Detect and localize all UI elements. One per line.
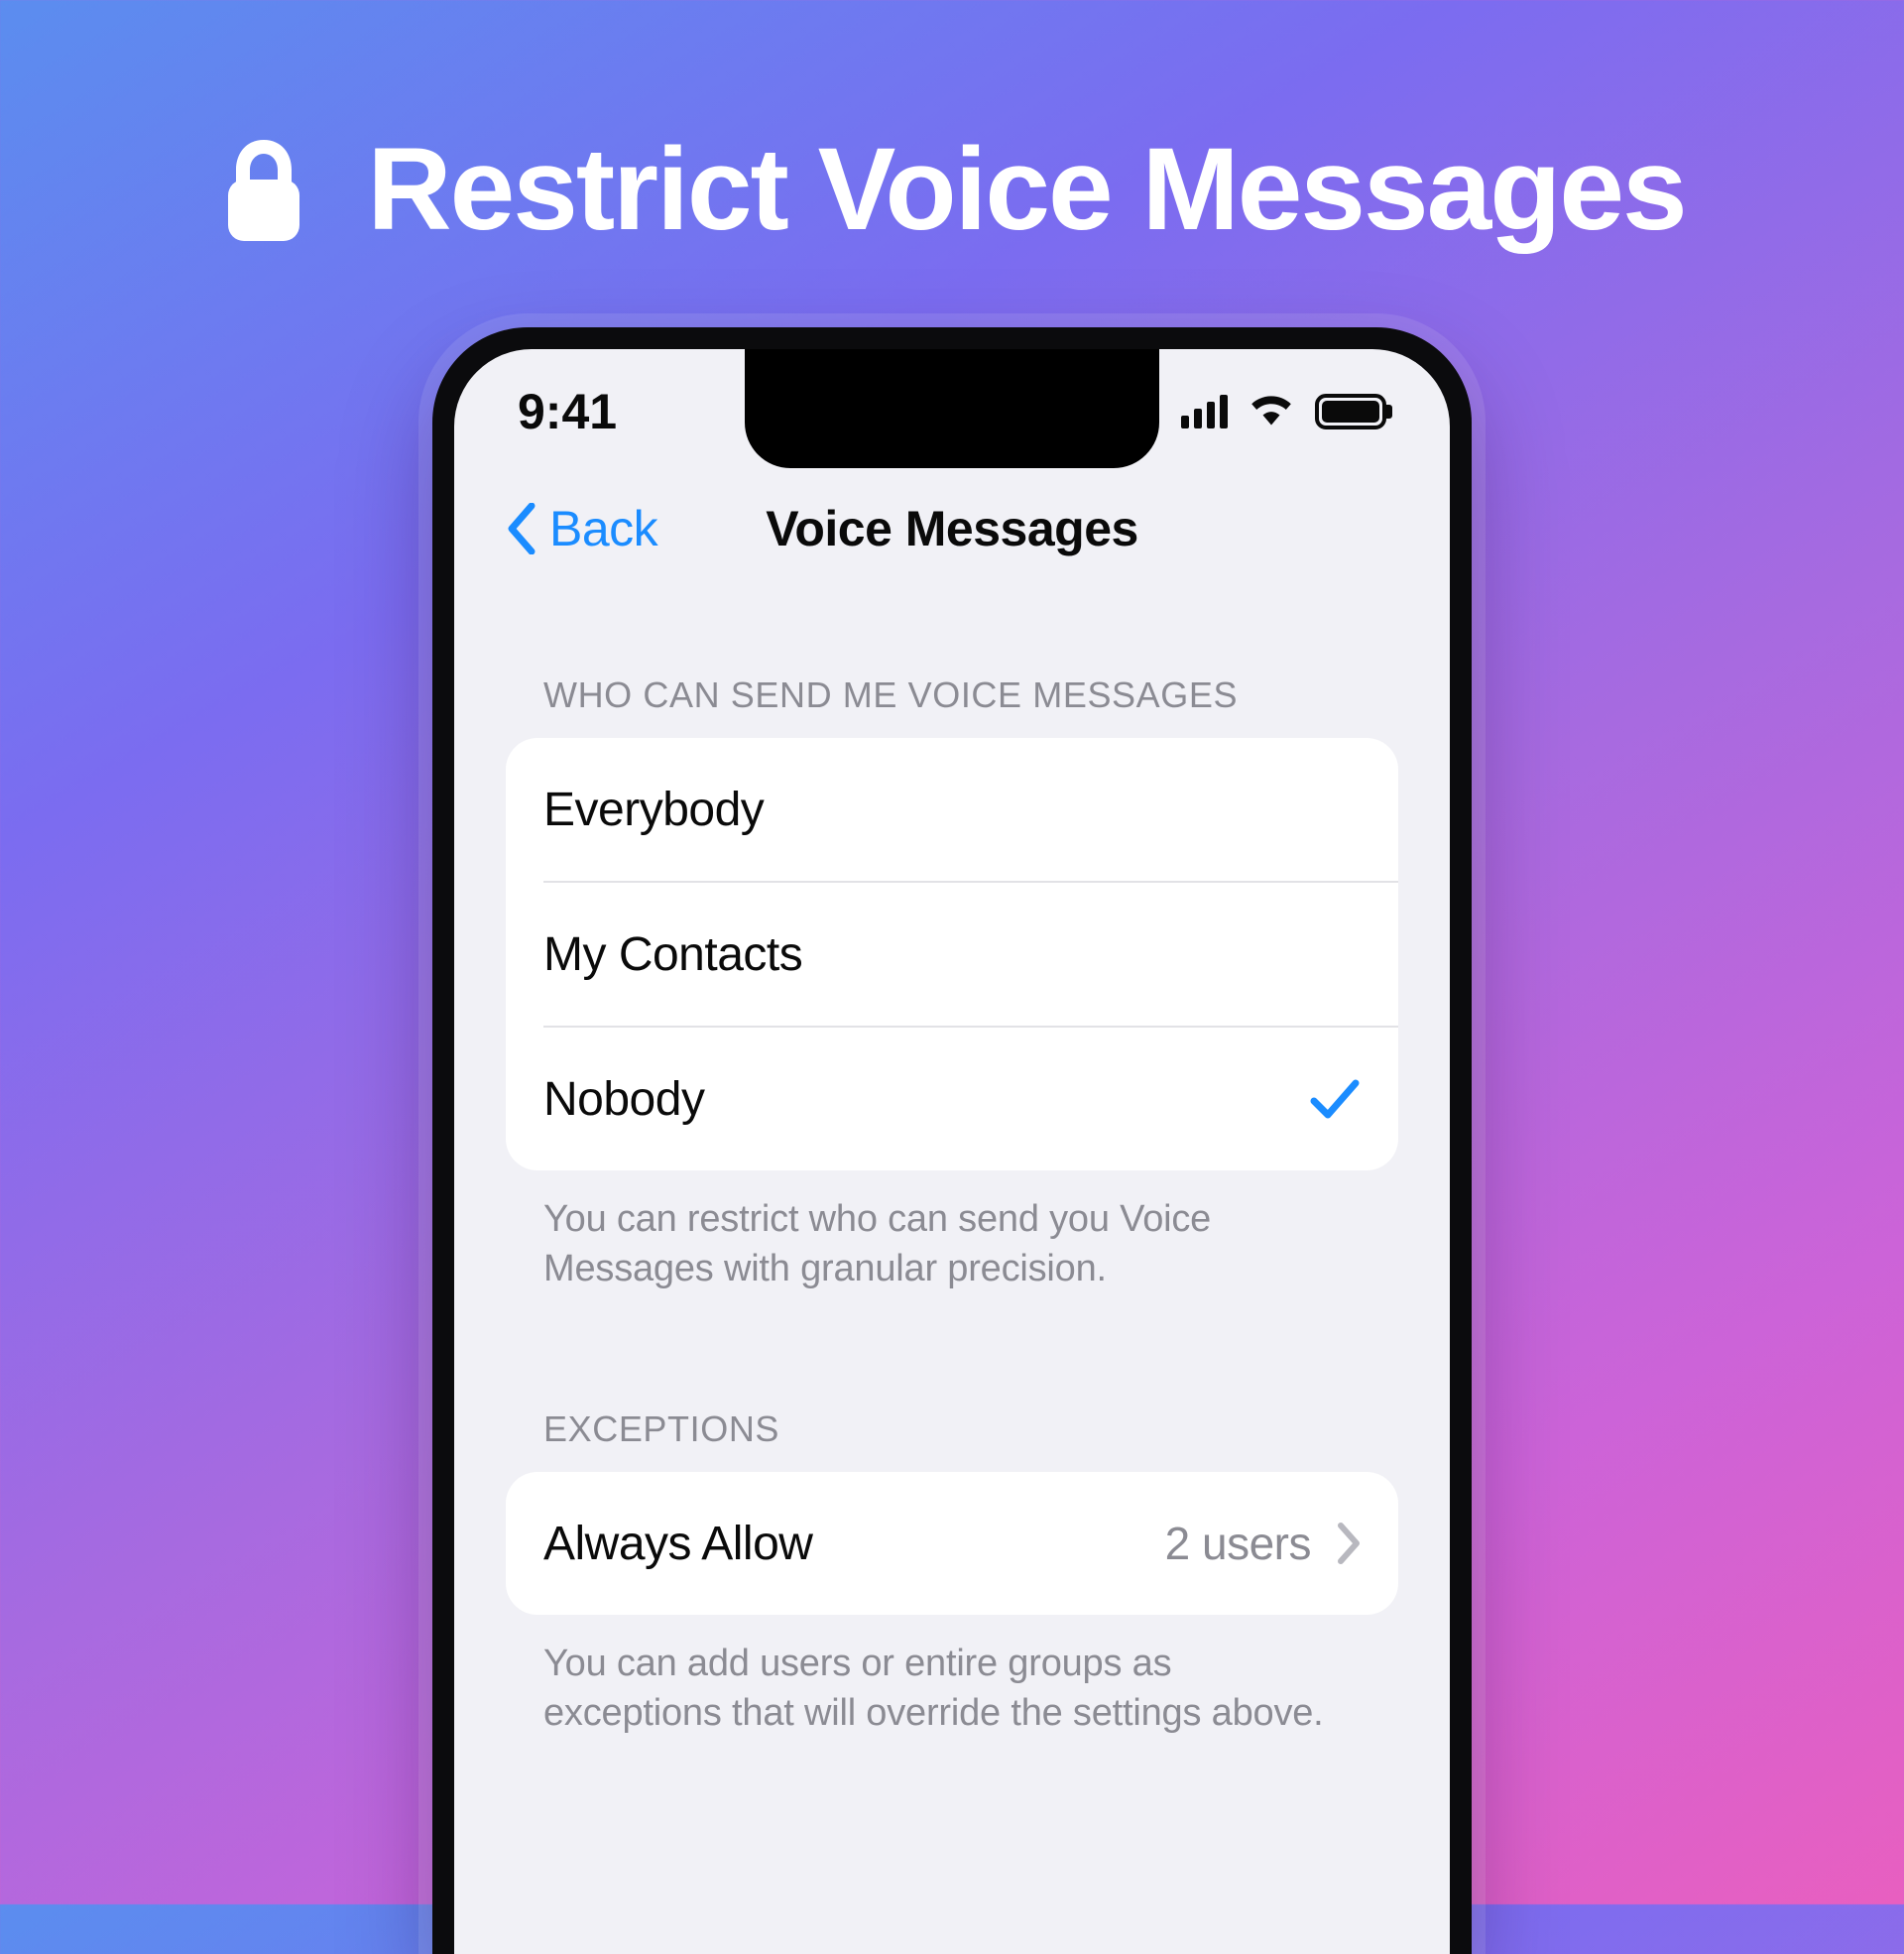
back-button-label: Back: [549, 501, 658, 556]
section-header-who-can-send: WHO CAN SEND ME VOICE MESSAGES: [543, 674, 1239, 715]
footnote-who-can-send: You can restrict who can send you Voice …: [543, 1198, 1212, 1290]
row-value-always-allow: 2 users: [1164, 1518, 1312, 1570]
back-button[interactable]: Back: [506, 500, 658, 557]
cellular-signal-icon: [1181, 395, 1228, 428]
row-always-allow[interactable]: Always Allow 2 users: [506, 1472, 1398, 1615]
exceptions-card: Always Allow 2 users: [506, 1472, 1398, 1616]
chevron-left-icon: [508, 503, 536, 554]
phone-mockup: 9:41 Back Voice Messages WHO CAN SEND ME…: [432, 327, 1472, 1954]
option-row-accessory: [1309, 1073, 1361, 1125]
phone-screen: 9:41 Back Voice Messages WHO CAN SEND ME…: [454, 349, 1450, 1954]
option-row-nobody[interactable]: Nobody: [506, 1028, 1398, 1170]
option-label: Nobody: [543, 1072, 705, 1126]
option-row-everybody[interactable]: Everybody: [506, 738, 1398, 881]
chevron-right-icon: [1338, 1523, 1360, 1565]
section-header-exceptions: EXCEPTIONS: [543, 1408, 780, 1450]
row-accessory: 2 users: [1165, 1517, 1361, 1570]
option-row-my-contacts[interactable]: My Contacts: [506, 883, 1398, 1026]
nav-bar: Back Voice Messages: [454, 468, 1450, 589]
status-bar: 9:41: [454, 349, 1450, 468]
status-icons: [1181, 394, 1386, 429]
status-time: 9:41: [518, 384, 618, 439]
lock-icon: [228, 140, 300, 241]
footnote-exceptions: You can add users or entire groups as ex…: [543, 1643, 1324, 1735]
who-can-send-card: Everybody My Contacts Nobody: [506, 738, 1398, 1170]
wifi-icon: [1251, 396, 1291, 426]
settings-content: WHO CAN SEND ME VOICE MESSAGES Everybody…: [454, 589, 1450, 1739]
option-label: My Contacts: [543, 927, 803, 981]
option-label: Everybody: [543, 783, 765, 836]
headline-text: Restrict Voice Messages: [367, 124, 1687, 255]
headline: Restrict Voice Messages: [0, 131, 1904, 248]
checkmark-icon: [1310, 1079, 1360, 1119]
row-label-always-allow: Always Allow: [543, 1517, 813, 1570]
battery-icon: [1315, 394, 1386, 429]
